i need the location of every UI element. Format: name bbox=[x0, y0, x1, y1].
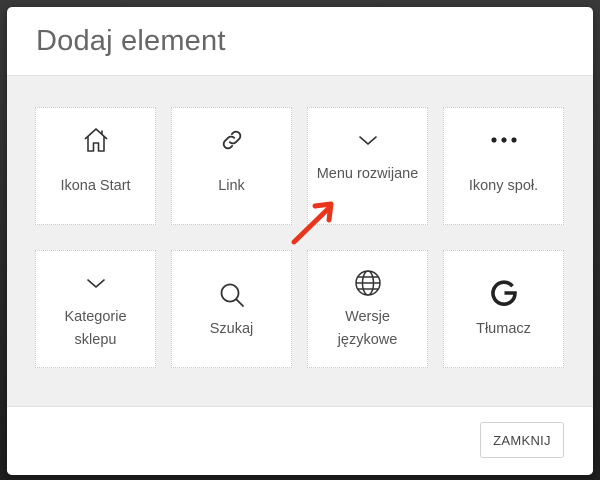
tile-label: Kategorie sklepu bbox=[64, 309, 127, 348]
tile-shop-categories[interactable]: Kategorie sklepu bbox=[35, 250, 156, 368]
tile-translator[interactable]: Tłumacz bbox=[443, 250, 564, 368]
globe-icon bbox=[352, 267, 384, 299]
tile-label: Link bbox=[218, 178, 245, 194]
tile-social-icons[interactable]: Ikony społ. bbox=[443, 107, 564, 225]
tile-label: Ikony społ. bbox=[468, 178, 539, 194]
red-arrow-annotation bbox=[291, 201, 334, 245]
tile-language-versions[interactable]: Wersje językowe bbox=[307, 250, 428, 368]
close-button[interactable]: ZAMKNIJ bbox=[480, 422, 564, 458]
tile-label: Wersje językowe bbox=[337, 309, 398, 348]
google-icon bbox=[488, 277, 520, 309]
more-horizontal-icon bbox=[488, 124, 520, 156]
link-icon bbox=[216, 124, 248, 156]
chevron-down-icon bbox=[352, 124, 384, 156]
tile-label: Szukaj bbox=[209, 321, 254, 337]
home-icon bbox=[80, 124, 112, 156]
dialog-header: Dodaj element bbox=[7, 7, 593, 76]
tile-search[interactable]: Szukaj bbox=[171, 250, 292, 368]
dialog-title: Dodaj element bbox=[36, 24, 226, 57]
tile-label: Menu rozwijane bbox=[316, 166, 419, 182]
tile-label: Ikona Start bbox=[60, 178, 131, 194]
tile-link[interactable]: Link bbox=[171, 107, 292, 225]
tile-home-icon[interactable]: Ikona Start bbox=[35, 107, 156, 225]
dialog-footer: ZAMKNIJ bbox=[7, 406, 593, 475]
chevron-down-icon bbox=[80, 267, 112, 299]
search-icon bbox=[216, 279, 248, 311]
tile-label: Tłumacz bbox=[476, 321, 531, 337]
